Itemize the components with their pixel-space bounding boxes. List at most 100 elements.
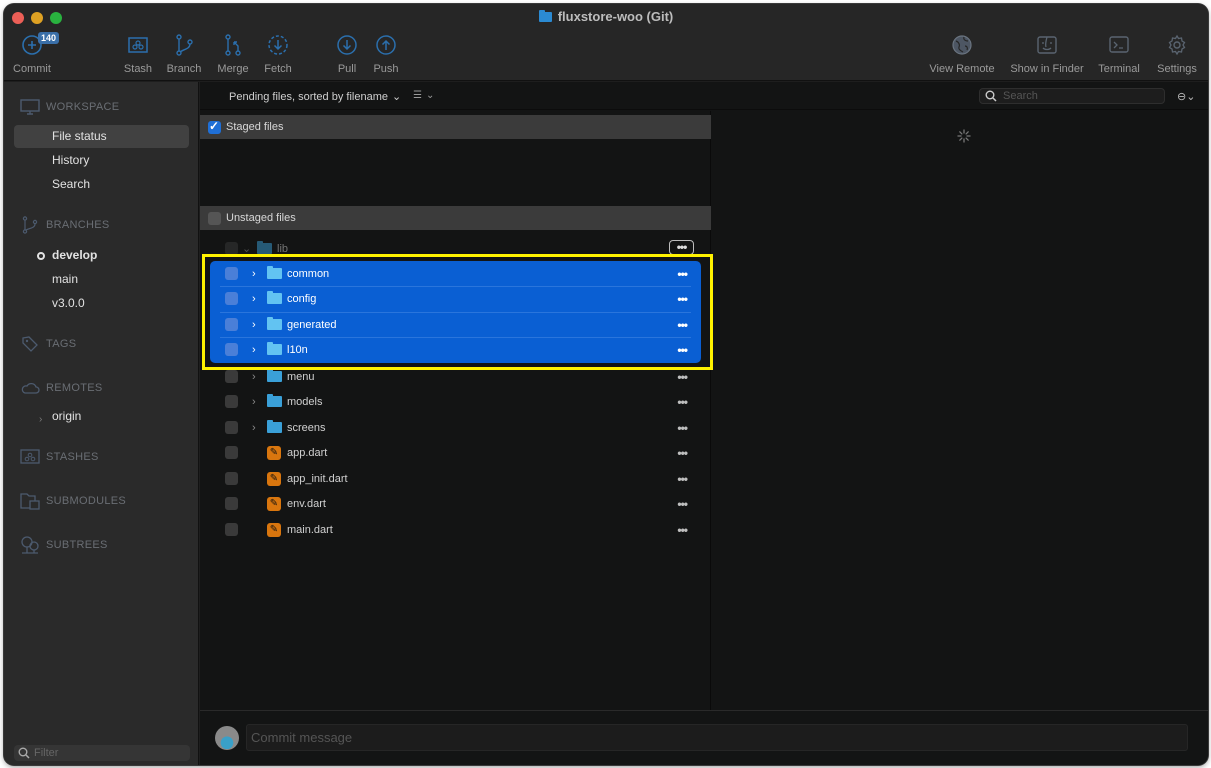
folder-icon bbox=[267, 394, 282, 407]
sidebar-item-label: History bbox=[52, 153, 90, 167]
terminal-button[interactable]: Terminal bbox=[1089, 34, 1149, 75]
search-input[interactable]: Search bbox=[979, 88, 1165, 104]
show-in-finder-label: Show in Finder bbox=[1010, 63, 1084, 75]
merge-label: Merge bbox=[217, 63, 249, 75]
file-row-app-dart[interactable]: ✎ app.dart ••• bbox=[210, 440, 700, 465]
options-menu-button[interactable]: ⊖⌄ bbox=[1177, 90, 1195, 103]
sidebar-filter-input[interactable]: Filter bbox=[14, 745, 190, 761]
row-more-button[interactable]: ••• bbox=[677, 523, 688, 537]
chevron-right-icon[interactable]: › bbox=[252, 371, 256, 383]
row-more-button[interactable]: ••• bbox=[677, 446, 688, 460]
folder-icon bbox=[257, 241, 272, 254]
stash-label: Stash bbox=[123, 63, 153, 75]
sidebar-item-search[interactable]: Search bbox=[14, 173, 189, 196]
avatar bbox=[215, 726, 239, 750]
filter-placeholder: Filter bbox=[34, 747, 59, 759]
row-checkbox[interactable] bbox=[225, 421, 238, 434]
push-label: Push bbox=[373, 63, 399, 75]
sidebar-item-file-status[interactable]: File status bbox=[14, 125, 189, 148]
commit-bar: Commit message bbox=[200, 710, 1208, 765]
row-checkbox[interactable] bbox=[225, 395, 238, 408]
file-row-app-init-dart[interactable]: ✎ app_init.dart ••• bbox=[210, 466, 700, 491]
staged-files-checkbox[interactable] bbox=[208, 119, 221, 134]
push-icon bbox=[375, 34, 397, 56]
file-row-models[interactable]: › models ••• bbox=[210, 389, 700, 414]
unstaged-files-label: Unstaged files bbox=[226, 212, 296, 224]
view-remote-button[interactable]: View Remote bbox=[926, 34, 998, 75]
file-row-env-dart[interactable]: ✎ env.dart ••• bbox=[210, 491, 700, 516]
file-row-main-dart[interactable]: ✎ main.dart ••• bbox=[210, 517, 700, 542]
search-icon bbox=[18, 747, 30, 759]
branch-develop[interactable]: develop bbox=[14, 244, 189, 267]
terminal-icon bbox=[1108, 34, 1130, 56]
file-name: app_init.dart bbox=[287, 472, 348, 485]
fetch-button[interactable]: Fetch bbox=[248, 34, 308, 75]
branches-header-label: BRANCHES bbox=[46, 219, 110, 231]
lib-more-button[interactable]: ••• bbox=[669, 240, 694, 255]
row-more-button[interactable]: ••• bbox=[677, 370, 688, 384]
row-more-button[interactable]: ••• bbox=[677, 395, 688, 409]
row-checkbox[interactable] bbox=[225, 497, 238, 510]
row-more-button[interactable]: ••• bbox=[677, 421, 688, 435]
row-checkbox[interactable] bbox=[225, 523, 238, 536]
main-panel: Pending files, sorted by filename ⌄ ☰ ⌄ … bbox=[200, 82, 1208, 710]
sidebar: WORKSPACE File status History Search BRA… bbox=[4, 82, 199, 765]
row-checkbox[interactable] bbox=[225, 446, 238, 459]
file-name: menu bbox=[287, 370, 315, 383]
sidebar-item-history[interactable]: History bbox=[14, 149, 189, 172]
file-list-pane: Staged files Unstaged files ⌄ lib ••• › … bbox=[200, 111, 713, 710]
modified-file-icon: ✎ bbox=[267, 522, 281, 537]
stashes-header[interactable]: STASHES bbox=[20, 448, 99, 466]
remote-origin[interactable]: › origin bbox=[14, 405, 189, 428]
row-checkbox[interactable] bbox=[225, 370, 238, 383]
push-button[interactable]: Push bbox=[356, 34, 416, 75]
commit-count-badge: 140 bbox=[38, 32, 60, 44]
file-name: screens bbox=[287, 421, 326, 434]
row-more-button[interactable]: ••• bbox=[677, 472, 688, 486]
file-name: app.dart bbox=[287, 446, 328, 459]
view-remote-label: View Remote bbox=[929, 63, 995, 75]
branches-header[interactable]: BRANCHES bbox=[20, 216, 110, 234]
stashes-header-label: STASHES bbox=[46, 451, 99, 463]
row-more-button[interactable]: ••• bbox=[677, 497, 688, 511]
repo-folder-icon bbox=[538, 9, 552, 22]
toolbar: fluxstore-woo (Git) 140 Commit Stash Bra… bbox=[4, 4, 1208, 81]
row-checkbox[interactable] bbox=[225, 472, 238, 485]
unstaged-files-checkbox[interactable] bbox=[208, 211, 221, 225]
settings-button[interactable]: Settings bbox=[1147, 34, 1207, 75]
workspace-header[interactable]: WORKSPACE bbox=[20, 98, 119, 116]
file-list-header: Pending files, sorted by filename ⌄ ☰ ⌄ … bbox=[200, 82, 1208, 110]
sort-dropdown[interactable]: Pending files, sorted by filename ⌄ bbox=[229, 90, 401, 104]
folder-icon bbox=[267, 369, 282, 382]
subtrees-header[interactable]: SUBTREES bbox=[20, 536, 108, 554]
view-mode-dropdown[interactable]: ☰ ⌄ bbox=[413, 90, 434, 101]
cloud-icon bbox=[20, 379, 40, 397]
commit-button[interactable]: 140 Commit bbox=[4, 32, 62, 75]
chevron-right-icon[interactable]: › bbox=[252, 422, 256, 434]
branch-icon bbox=[20, 216, 40, 234]
tags-header[interactable]: TAGS bbox=[20, 335, 76, 353]
fetch-label: Fetch bbox=[264, 63, 292, 75]
settings-label: Settings bbox=[1157, 63, 1197, 75]
unstaged-files-header: Unstaged files bbox=[200, 206, 711, 230]
remotes-header[interactable]: REMOTES bbox=[20, 379, 103, 397]
chevron-right-icon[interactable]: › bbox=[252, 396, 256, 408]
branch-main[interactable]: main bbox=[14, 268, 189, 291]
commit-message-placeholder: Commit message bbox=[251, 730, 353, 745]
selection-highlight-box bbox=[202, 254, 713, 370]
file-name: main.dart bbox=[287, 523, 333, 536]
more-circle-icon: ⊖ bbox=[1177, 91, 1187, 103]
window-title: fluxstore-woo (Git) bbox=[4, 9, 1208, 24]
submodules-header[interactable]: SUBMODULES bbox=[20, 492, 126, 510]
pull-label: Pull bbox=[337, 63, 357, 75]
chevron-right-icon[interactable]: › bbox=[39, 408, 42, 431]
branch-v3-0-0[interactable]: v3.0.0 bbox=[14, 292, 189, 315]
finder-icon bbox=[1036, 34, 1058, 56]
commit-message-input[interactable]: Commit message bbox=[246, 724, 1188, 751]
file-row-screens[interactable]: › screens ••• bbox=[210, 415, 700, 440]
staged-files-label: Staged files bbox=[226, 121, 284, 133]
show-in-finder-button[interactable]: Show in Finder bbox=[1007, 34, 1087, 75]
sourcetree-window: fluxstore-woo (Git) 140 Commit Stash Bra… bbox=[4, 4, 1208, 765]
file-name: env.dart bbox=[287, 497, 326, 510]
file-name: lib bbox=[277, 242, 289, 255]
